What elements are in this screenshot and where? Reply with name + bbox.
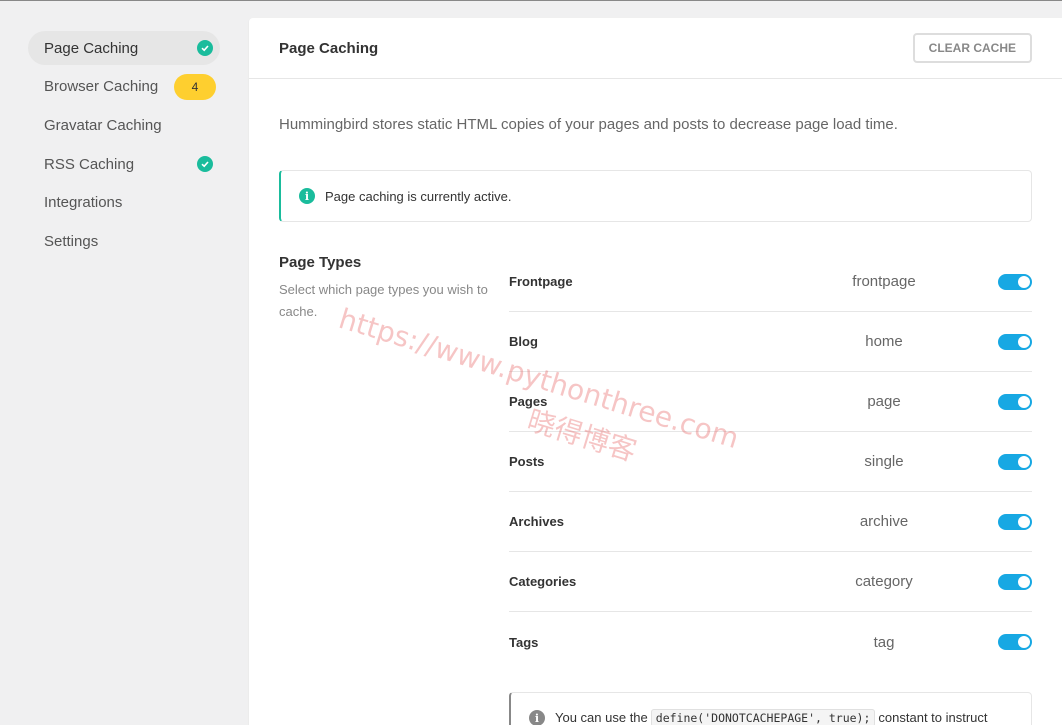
notice-text: Page caching is currently active. [325,188,512,204]
toggle-frontpage[interactable] [998,273,1032,290]
list-item: Frontpage frontpage [509,252,1032,312]
sidebar-item-gravatar-caching[interactable]: Gravatar Caching [28,108,220,142]
toggle-tags[interactable] [998,634,1032,650]
page-types-heading: Page Types [279,254,362,271]
toggle-categories[interactable] [998,573,1032,590]
list-item: Blog home [509,312,1032,372]
active-notice: i Page caching is currently active. [279,170,1032,222]
panel-header: Page Caching CLEAR CACHE [249,18,1062,79]
type-slug: category [855,573,913,590]
type-slug: frontpage [852,273,916,290]
panel-description: Hummingbird stores static HTML copies of… [279,116,898,133]
sidebar-item-settings[interactable]: Settings [28,224,220,258]
sidebar-item-label: Gravatar Caching [44,116,162,134]
donotcache-notice: i You can use the define('DONOTCACHEPAGE'… [509,692,1032,725]
sidebar-item-page-caching[interactable]: Page Caching [28,31,220,65]
type-name: Tags [509,634,539,650]
toggle-pages[interactable] [998,393,1032,410]
check-icon [197,40,213,56]
list-item: Archives archive [509,492,1032,552]
sidebar: Page Caching Browser Caching 4 Gravatar … [28,31,220,263]
sidebar-item-integrations[interactable]: Integrations [28,186,220,220]
page-title: Page Caching [279,39,379,57]
list-item: Posts single [509,432,1032,492]
type-slug: tag [873,633,895,651]
type-name: Archives [509,514,564,529]
page-types-description: Select which page types you wish to cach… [279,282,488,319]
check-icon [197,156,213,173]
type-name: Blog [509,334,538,349]
sidebar-item-browser-caching[interactable]: Browser Caching 4 [28,70,220,104]
type-name: Frontpage [509,274,573,289]
toggle-blog[interactable] [998,333,1032,350]
notice-prefix: You can use the [555,710,648,725]
page-types-list: Frontpage frontpage Blog home Pages page… [509,252,1032,672]
info-icon: i [529,710,545,725]
type-slug: archive [859,513,909,530]
code-snippet: define('DONOTCACHEPAGE', true); [650,709,876,725]
notice-suffix: constant to instruct [878,710,988,725]
toggle-posts[interactable] [998,453,1032,470]
sidebar-item-label: Integrations [44,194,123,212]
type-slug: page [867,393,901,410]
sidebar-item-label: Browser Caching [44,78,159,96]
sidebar-item-label: RSS Caching [44,155,135,173]
type-slug: home [865,333,903,350]
type-name: Posts [509,454,545,469]
type-slug: single [864,453,904,470]
toggle-archives[interactable] [998,513,1032,530]
list-item: Categories category [509,552,1032,612]
list-item: Pages page [509,372,1032,432]
clear-cache-button[interactable]: CLEAR CACHE [912,33,1032,63]
list-item: Tags tag [509,612,1032,672]
sidebar-item-label: Page Caching [44,39,139,57]
info-icon: i [299,188,315,204]
type-name: Pages [509,394,548,409]
count-badge: 4 [174,73,216,100]
sidebar-item-label: Settings [44,232,99,250]
page-caching-panel: Page Caching CLEAR CACHE Hummingbird sto… [249,18,1062,725]
notice-text: You can use the define('DONOTCACHEPAGE', … [555,709,988,725]
type-name: Categories [509,574,577,589]
sidebar-item-rss-caching[interactable]: RSS Caching [28,147,220,181]
